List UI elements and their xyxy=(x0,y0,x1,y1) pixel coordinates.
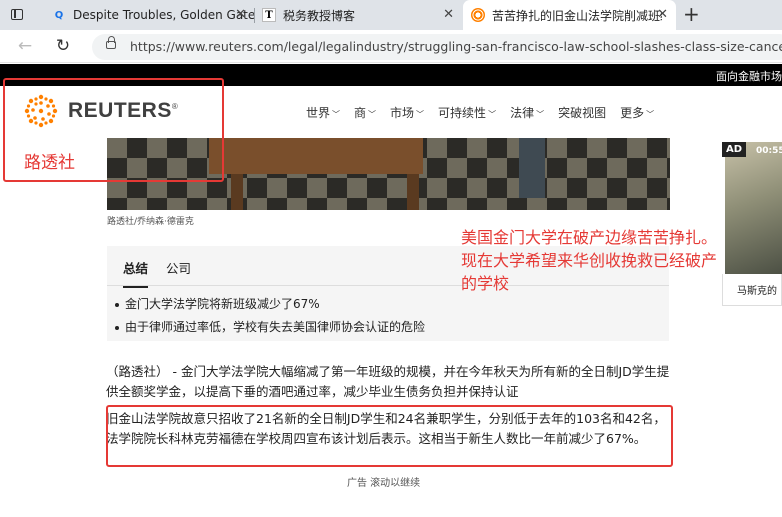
tab-strip: Q Despite Troubles, Golden Gate U ✕ T 税务… xyxy=(0,0,782,30)
nav-label: 法律 xyxy=(510,106,535,120)
tab-actions-icon xyxy=(11,9,23,20)
bullet-dot xyxy=(115,302,119,307)
annotation-logo-label: 路透社 xyxy=(24,153,75,173)
top-promo-text[interactable]: 面向金融市场 xyxy=(716,68,782,84)
nav-item-legal[interactable]: 法律 ﹀ xyxy=(510,104,544,121)
summary-tabs: 总结 公司 xyxy=(123,258,209,288)
ad-badge: AD xyxy=(722,142,747,157)
summary-bullet: 由于律师通过率低，学校有失去美国律师协会认证的危险 xyxy=(115,318,425,335)
nav-label: 可持续性 xyxy=(438,106,487,120)
nav-label: 更多 xyxy=(620,106,645,120)
browser-window: Q Despite Troubles, Golden Gate U ✕ T 税务… xyxy=(0,0,782,517)
ad-video[interactable] xyxy=(725,142,782,274)
annotation-box-paragraph xyxy=(106,405,673,467)
bullet-dot xyxy=(115,325,119,330)
url-text[interactable]: https://www.reuters.com/legal/legalindus… xyxy=(130,39,782,54)
reload-button[interactable]: ↻ xyxy=(52,35,74,57)
chevron-down-icon: ﹀ xyxy=(416,110,425,119)
photo-person-leg xyxy=(519,138,545,198)
address-bar-row: ← ↻ https://www.reuters.com/legal/legali… xyxy=(0,30,782,63)
new-tab-button[interactable]: + xyxy=(683,3,700,25)
tab-companies[interactable]: 公司 xyxy=(166,258,191,288)
annotation-note-text: 美国金门大学在破产边缘苦苦挣扎。 现在大学希望来华创收挽救已经破产的学校 xyxy=(461,228,718,293)
sidebar-video-ad[interactable]: AD 00:55 马斯克的 xyxy=(722,142,782,306)
taxprof-T-icon: T xyxy=(262,8,276,22)
nav-item-markets[interactable]: 市场 ﹀ xyxy=(390,104,424,121)
back-button[interactable]: ← xyxy=(14,35,36,57)
nav-item-world[interactable]: 世界 ﹀ xyxy=(306,104,340,121)
nav-item-sustainability[interactable]: 可持续性 ﹀ xyxy=(438,104,496,121)
photo-table-leg xyxy=(407,174,419,210)
nav-label: 商 xyxy=(354,106,367,120)
nav-label: 突破视图 xyxy=(558,106,607,120)
chevron-down-icon: ﹀ xyxy=(488,110,497,119)
tab-label: Despite Troubles, Golden Gate U xyxy=(73,8,254,22)
main-navigation: 世界 ﹀ 商 ﹀ 市场 ﹀ 可持续性 ﹀ 法律 ﹀ 突破视图 更多 ﹀ xyxy=(306,104,668,121)
nav-label: 世界 xyxy=(306,106,331,120)
chevron-down-icon: ﹀ xyxy=(646,110,655,119)
summary-bullet: 金门大学法学院将新班级减少了67% xyxy=(115,295,320,312)
photo-table-leg xyxy=(231,174,243,210)
reuters-icon xyxy=(471,8,485,22)
ad-time: 00:55 xyxy=(756,146,782,156)
article-paragraph-1: （路透社） - 金门大学法学院大幅缩减了第一年班级的规模，并在今年秋天为所有新的… xyxy=(106,364,670,399)
tab-summary[interactable]: 总结 xyxy=(123,258,149,288)
tab-actions-button[interactable] xyxy=(6,5,28,25)
close-tab-icon[interactable]: ✕ xyxy=(657,7,668,22)
chevron-down-icon: ﹀ xyxy=(368,110,377,119)
ad-title[interactable]: 马斯克的 xyxy=(722,274,782,306)
nav-item-business[interactable]: 商 ﹀ xyxy=(354,104,376,121)
annotation-note: 美国金门大学在破产边缘苦苦挣扎。 现在大学希望来华创收挽救已经破产的学校 xyxy=(461,226,723,295)
photo-caption: 路透社/乔纳森·德雷克 xyxy=(107,217,194,227)
tab-reuters-article[interactable]: 苦苦挣扎的旧金山法学院削减班级 ✕ xyxy=(463,0,676,30)
address-bar[interactable]: https://www.reuters.com/legal/legalindus… xyxy=(92,34,782,60)
ad-scroll-notice: 广告 滚动以继续 xyxy=(347,478,421,489)
bullet-text: 由于律师通过率低，学校有失去美国律师协会认证的危险 xyxy=(125,320,426,334)
tab-label: 税务教授博客 xyxy=(283,8,356,23)
close-tab-icon[interactable]: ✕ xyxy=(443,7,454,22)
bullet-text: 金门大学法学院将新班级减少了67% xyxy=(125,297,320,311)
close-tab-icon[interactable]: ✕ xyxy=(235,7,246,22)
nav-item-more[interactable]: 更多 ﹀ xyxy=(620,104,654,121)
tab-label: 苦苦挣扎的旧金山法学院削减班级 xyxy=(492,8,662,23)
chevron-down-icon: ﹀ xyxy=(536,110,545,119)
chevron-down-icon: ﹀ xyxy=(332,110,341,119)
tab-taxprof-blog[interactable]: T 税务教授博客 ✕ xyxy=(254,0,462,30)
nav-item-breakingviews[interactable]: 突破视图 xyxy=(558,104,606,121)
search-icon: Q xyxy=(54,9,64,21)
tab-golden-gate-search[interactable]: Q Despite Troubles, Golden Gate U ✕ xyxy=(44,0,254,30)
nav-label: 市场 xyxy=(390,106,415,120)
photo-table xyxy=(209,138,423,174)
lock-icon[interactable] xyxy=(106,36,116,49)
